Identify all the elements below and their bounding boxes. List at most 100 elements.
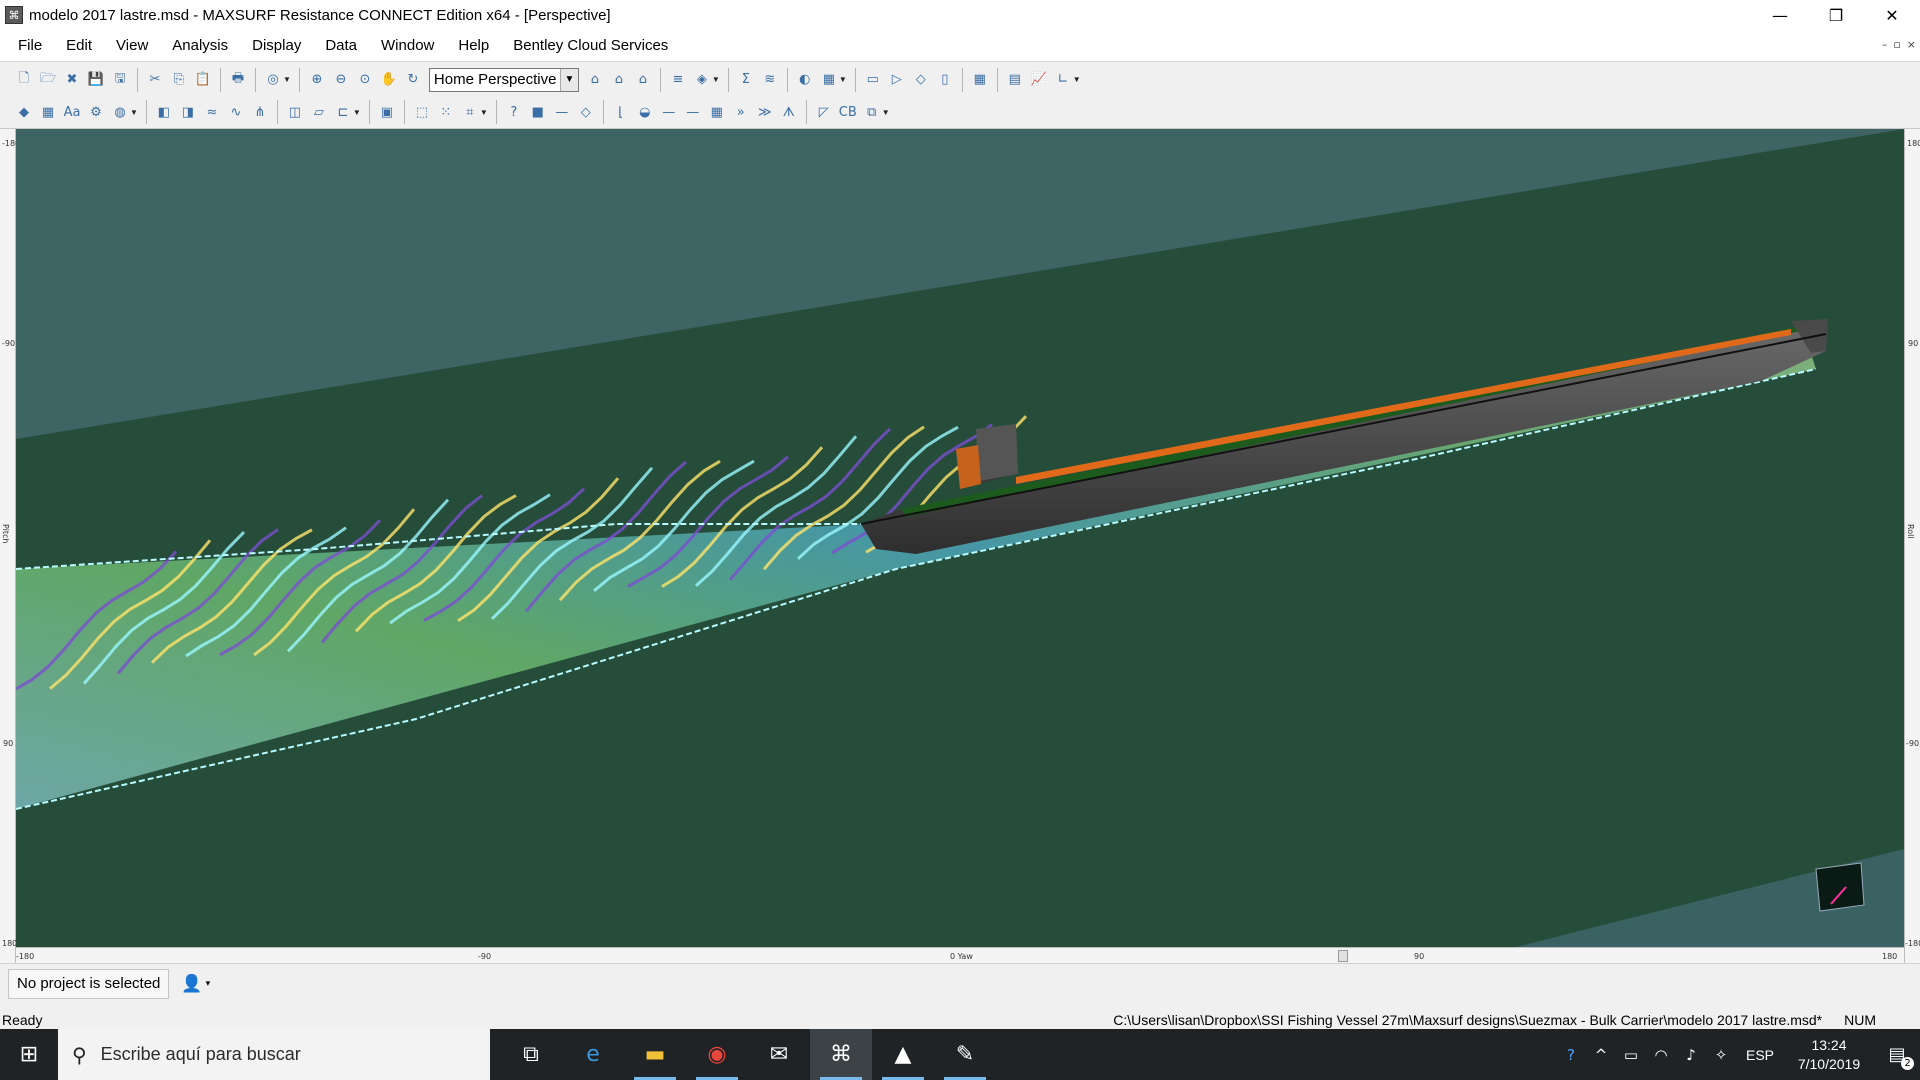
menu-edit[interactable]: Edit — [54, 30, 104, 62]
table-icon[interactable]: ▦ — [969, 69, 991, 91]
dropdown-arrow-icon[interactable]: ▼ — [353, 108, 361, 117]
zoom-out-icon[interactable]: ⊖ — [330, 69, 352, 91]
battery-icon[interactable]: ▭ — [1616, 1046, 1646, 1064]
paint-icon[interactable]: ✎ — [934, 1029, 996, 1080]
mdi-minimize-button[interactable]: – — [1882, 38, 1888, 51]
grid-lines-icon[interactable]: ⌗ — [459, 101, 481, 123]
menu-bentley-cloud[interactable]: Bentley Cloud Services — [501, 30, 680, 62]
chevron-down-icon[interactable]: ▼ — [559, 68, 578, 91]
copy-icon[interactable]: ⎘ — [168, 69, 190, 91]
edge-icon[interactable]: e — [562, 1029, 624, 1080]
menu-help[interactable]: Help — [446, 30, 501, 62]
display-options-icon[interactable]: ◈ — [691, 69, 713, 91]
marker-icon[interactable]: ■ — [527, 101, 549, 123]
home-view-icon[interactable]: ⌂ — [632, 69, 654, 91]
view-select[interactable]: Home Perspective ▼ — [428, 67, 579, 92]
language-indicator[interactable]: ESP — [1736, 1047, 1784, 1063]
color-icon[interactable]: ◆ — [13, 101, 35, 123]
set-home-icon[interactable]: ⌂ — [608, 69, 630, 91]
line-icon[interactable]: — — [551, 101, 573, 123]
home-icon[interactable]: ⌂ — [584, 69, 606, 91]
zoom-fit-icon[interactable]: ⊙ — [354, 69, 376, 91]
dropdown-arrow-icon[interactable]: ▼ — [1073, 75, 1081, 84]
layer-icon[interactable]: ≡ — [667, 69, 689, 91]
menu-analysis[interactable]: Analysis — [160, 30, 240, 62]
plan-icon[interactable]: ▷ — [886, 69, 908, 91]
buttock-icon[interactable]: ∿ — [225, 101, 247, 123]
calc-icon[interactable]: Σ — [735, 69, 757, 91]
hull-icon[interactable]: ◧ — [153, 101, 175, 123]
frame-icon[interactable]: ▣ — [376, 101, 398, 123]
rotate-icon[interactable]: ↻ — [402, 69, 424, 91]
axis-icon[interactable]: ∟ — [1052, 69, 1074, 91]
chart-icon[interactable]: ⌊ — [610, 101, 632, 123]
query-icon[interactable]: ? — [503, 101, 525, 123]
axis-indicator[interactable] — [1815, 862, 1865, 912]
perspective-viewport[interactable]: -180 -90 Pitch 90 180 180 90 Roll -90 -1… — [0, 129, 1920, 963]
volume-icon[interactable]: ♪ — [1676, 1046, 1706, 1064]
contour-icon[interactable]: ◫ — [284, 101, 306, 123]
arrows-icon[interactable]: » — [730, 101, 752, 123]
mdi-restore-button[interactable]: ▫ — [1893, 38, 1900, 51]
open-icon[interactable]: 🗁 — [37, 69, 59, 91]
wifi-icon[interactable]: ◠ — [1646, 1046, 1676, 1064]
hull-wave-render[interactable] — [16, 129, 1904, 947]
help-icon[interactable]: ◎ — [262, 69, 284, 91]
chrome-icon[interactable]: ◉ — [686, 1029, 748, 1080]
font-icon[interactable]: Aa — [61, 101, 83, 123]
coefficient-icon[interactable]: CB — [837, 101, 859, 123]
perspective-icon[interactable]: ▯ — [934, 69, 956, 91]
line3-icon[interactable]: — — [682, 101, 704, 123]
line2-icon[interactable]: — — [658, 101, 680, 123]
save-icon[interactable]: 💾 — [85, 69, 107, 91]
person-icon[interactable]: ᗑ — [778, 101, 800, 123]
maxsurf-task-icon[interactable]: ⌘ — [810, 1029, 872, 1080]
station-icon[interactable]: ⋔ — [249, 101, 271, 123]
zoom-in-icon[interactable]: ⊕ — [306, 69, 328, 91]
sections-icon[interactable]: ◨ — [177, 101, 199, 123]
settings-icon[interactable]: ⚙ — [85, 101, 107, 123]
calc2-icon[interactable]: ≋ — [759, 69, 781, 91]
select-icon[interactable]: ⬚ — [411, 101, 433, 123]
menu-window[interactable]: Window — [369, 30, 446, 62]
restore-button[interactable]: ❐ — [1808, 0, 1864, 30]
chevron-up-icon[interactable]: ^ — [1586, 1046, 1616, 1064]
taskbar-search[interactable]: ⚲ Escribe aquí para buscar — [58, 1029, 490, 1080]
dropdown-arrow-icon[interactable]: ▼ — [480, 108, 488, 117]
dropdown-arrow-icon[interactable]: ▼ — [839, 75, 847, 84]
menu-file[interactable]: File — [6, 30, 54, 62]
close-button[interactable]: ✕ — [1864, 0, 1920, 30]
options-icon[interactable]: ⧉ — [861, 101, 883, 123]
file-explorer-icon[interactable]: ▬ — [624, 1029, 686, 1080]
help-tray-icon[interactable]: ? — [1556, 1046, 1586, 1064]
dropdown-arrow-icon[interactable]: ▼ — [130, 108, 138, 117]
ruler-icon[interactable]: ◸ — [813, 101, 835, 123]
minimize-button[interactable]: — — [1752, 0, 1808, 30]
start-button[interactable]: ⊞ — [0, 1029, 58, 1080]
new-icon[interactable]: 🗋 — [13, 69, 35, 91]
mail-icon[interactable]: ✉ — [748, 1029, 810, 1080]
nodes-icon[interactable]: ⁙ — [435, 101, 457, 123]
waterline-icon[interactable]: ≈ — [201, 101, 223, 123]
maxsurf-icon[interactable]: ⌘ — [5, 6, 23, 24]
roll-ruler[interactable]: 180 90 Roll -90 -180 — [1904, 129, 1920, 963]
dropdown-arrow-icon[interactable]: ▼ — [283, 75, 291, 84]
mdi-close-button[interactable]: × — [1907, 38, 1916, 51]
grid-icon[interactable]: ▦ — [37, 101, 59, 123]
render-icon[interactable]: ▦ — [818, 69, 840, 91]
edge-icon[interactable]: ◇ — [575, 101, 597, 123]
menu-display[interactable]: Display — [240, 30, 313, 62]
shade-icon[interactable]: ▱ — [308, 101, 330, 123]
lights-icon[interactable]: ◍ — [109, 101, 131, 123]
dropdown-arrow-icon[interactable]: ▼ — [882, 108, 890, 117]
user-icon[interactable]: 👤 ▾ — [175, 969, 216, 999]
body-icon[interactable]: ◇ — [910, 69, 932, 91]
print-icon[interactable]: 🖶 — [227, 69, 249, 91]
profile-icon[interactable]: ▭ — [862, 69, 884, 91]
graph-icon[interactable]: 📈 — [1028, 69, 1050, 91]
wave-icon[interactable]: ⊏ — [332, 101, 354, 123]
cut-icon[interactable]: ✂ — [144, 69, 166, 91]
pitch-ruler[interactable]: -180 -90 Pitch 90 180 — [0, 129, 20, 963]
dropdown-arrow-icon[interactable]: ▼ — [712, 75, 720, 84]
yaw-slider-thumb[interactable] — [1338, 950, 1348, 962]
